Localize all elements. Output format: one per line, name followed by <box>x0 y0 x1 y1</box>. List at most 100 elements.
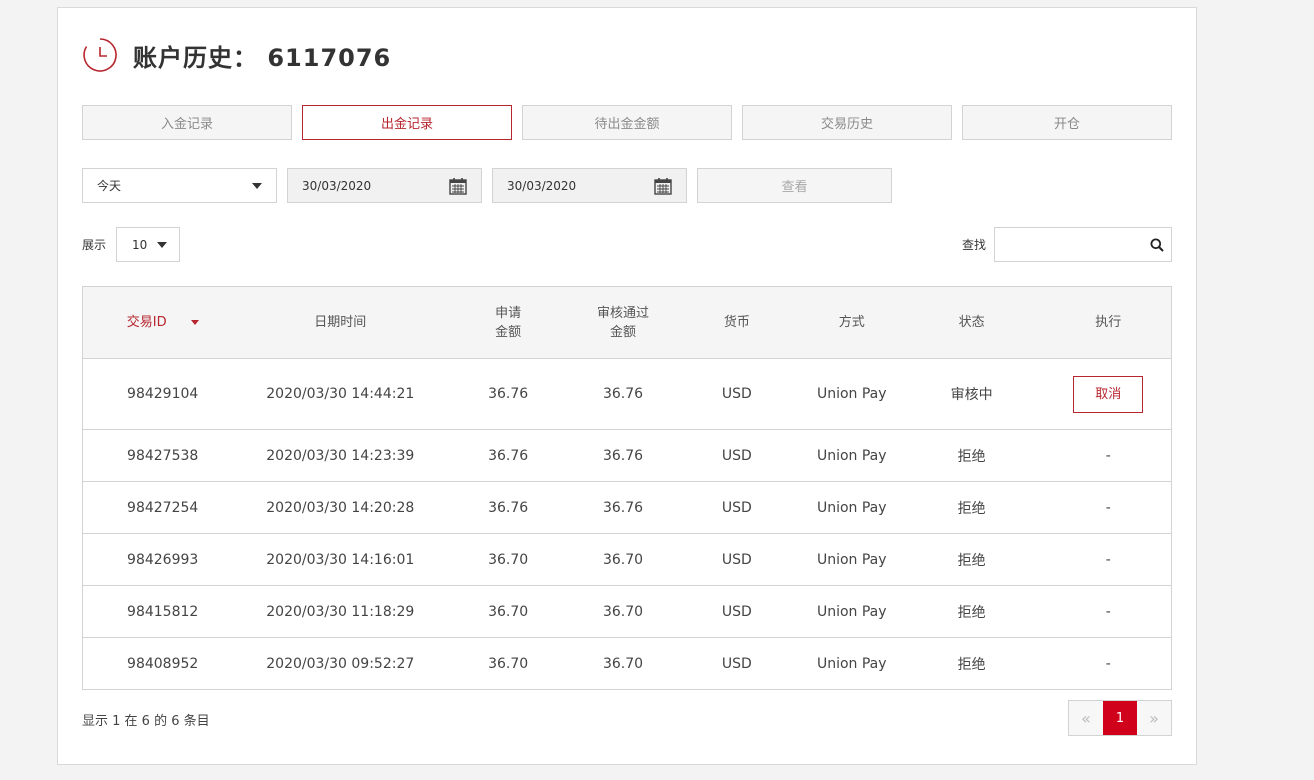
period-select-value: 今天 <box>97 179 122 193</box>
cell-status: 拒绝 <box>897 481 1046 534</box>
cell-approved: 36.76 <box>578 358 668 430</box>
cell-requested: 36.70 <box>488 655 529 672</box>
tab-withdrawal-records[interactable]: 出金记录 <box>302 105 512 140</box>
search-icon[interactable] <box>1150 238 1164 252</box>
sort-desc-icon <box>190 320 199 325</box>
cell-id: 98415812 <box>82 585 243 638</box>
cell-id: 98427538 <box>82 429 243 482</box>
cell-action: 取消 <box>1045 358 1172 430</box>
cell-datetime: 2020/03/30 14:23:39 <box>242 429 439 482</box>
table-row: 98426993 2020/03/30 14:16:01 36.70 36.70… <box>82 533 1172 586</box>
table-info: 显示 1 在 6 的 6 条目 <box>82 714 210 729</box>
column-header-approved-line1: 审核通过 <box>596 305 649 321</box>
cell-requested: 36.76 <box>438 358 579 430</box>
cell-currency: USD <box>667 533 806 586</box>
cell-method: Union Pay <box>805 481 898 534</box>
cell-requested: 36.76 <box>438 429 579 482</box>
tab-deposit-records[interactable]: 入金记录 <box>82 105 292 140</box>
column-header-id-label: 交易ID <box>126 315 167 330</box>
table-row: 98427538 2020/03/30 14:23:39 36.76 36.76… <box>82 429 1172 482</box>
page-header: 账户历史： 6117076 <box>81 35 391 75</box>
cancel-button[interactable]: 取消 <box>1073 375 1144 413</box>
cell-datetime: 2020/03/30 09:52:27 <box>266 655 415 672</box>
column-header-approved-amount[interactable]: 审核通过 金额 <box>578 286 668 359</box>
column-header-action: 执行 <box>1045 286 1172 359</box>
cell-approved: 36.70 <box>578 585 668 638</box>
tab-open-positions[interactable]: 开仓 <box>962 105 1172 140</box>
table-row: 98427254 2020/03/30 14:20:28 36.76 36.76… <box>82 481 1172 534</box>
pagination-page-1[interactable]: 1 <box>1103 701 1137 735</box>
cell-currency: USD <box>667 429 806 482</box>
cell-datetime: 2020/03/30 14:20:28 <box>242 481 439 534</box>
tab-trade-history[interactable]: 交易历史 <box>742 105 952 140</box>
page-length-control: 展示 10 <box>82 227 181 262</box>
cell-status: 拒绝 <box>897 585 1046 638</box>
cell-action: - <box>1045 481 1172 534</box>
cell-id: 98408952 <box>127 655 199 672</box>
cell-currency: USD <box>721 655 752 672</box>
date-to-field[interactable]: 30/03/2020 <box>492 168 687 203</box>
cell-currency: USD <box>667 481 806 534</box>
column-header-requested-line2: 金额 <box>495 324 522 340</box>
cell-requested: 36.70 <box>438 533 579 586</box>
search-input[interactable] <box>994 227 1172 262</box>
search-control: 查找 <box>962 227 1172 262</box>
column-header-datetime[interactable]: 日期时间 <box>242 286 439 359</box>
cell-status: 拒绝 <box>897 429 1046 482</box>
cell-approved: 36.70 <box>602 655 644 672</box>
pagination-next-button[interactable]: » <box>1137 701 1171 735</box>
chevron-down-icon <box>252 182 262 189</box>
cell-approved: 36.76 <box>578 429 668 482</box>
cell-method: Union Pay <box>805 585 898 638</box>
cell-requested: 36.76 <box>438 481 579 534</box>
table-row: 98415812 2020/03/30 11:18:29 36.70 36.70… <box>82 585 1172 638</box>
date-to-value: 30/03/2020 <box>507 178 577 193</box>
date-from-field[interactable]: 30/03/2020 <box>287 168 482 203</box>
cell-action: - <box>1105 655 1111 672</box>
cell-id: 98426993 <box>82 533 243 586</box>
withdrawal-table: 交易ID 日期时间 申请金额 审核通过 金额 货币 方式 状态 执行 984291… <box>82 286 1172 690</box>
cell-method: Union Pay <box>805 358 898 430</box>
calendar-icon[interactable] <box>449 177 467 195</box>
table-row: 98429104 2020/03/30 14:44:21 36.76 36.76… <box>82 358 1172 430</box>
cell-status: 拒绝 <box>897 533 1046 586</box>
column-header-id[interactable]: 交易ID <box>82 286 243 359</box>
column-header-requested-line1: 申请 <box>495 305 522 321</box>
search-label: 查找 <box>961 238 986 252</box>
column-header-method[interactable]: 方式 <box>805 286 898 359</box>
cell-action: - <box>1045 533 1172 586</box>
cell-action: - <box>1045 585 1172 638</box>
page-title: 账户历史： 6117076 <box>133 43 392 72</box>
cell-currency: USD <box>667 585 806 638</box>
cell-action: - <box>1045 429 1172 482</box>
calendar-icon[interactable] <box>654 177 672 195</box>
cell-status: 拒绝 <box>957 656 986 673</box>
cell-approved: 36.76 <box>578 481 668 534</box>
cell-datetime: 2020/03/30 14:16:01 <box>242 533 439 586</box>
period-select[interactable]: 今天 <box>82 168 277 203</box>
date-from-value: 30/03/2020 <box>302 178 372 193</box>
cell-requested: 36.70 <box>438 585 579 638</box>
tab-pending-withdrawal[interactable]: 待出金金额 <box>522 105 732 140</box>
column-header-requested-amount[interactable]: 申请 金额 <box>438 286 579 359</box>
chevron-down-icon <box>157 241 168 248</box>
column-header-status[interactable]: 状态 <box>897 286 1046 359</box>
cell-datetime: 2020/03/30 11:18:29 <box>242 585 439 638</box>
column-header-currency[interactable]: 货币 <box>667 286 806 359</box>
cell-method: Union Pay <box>805 533 898 586</box>
cell-method: Union Pay <box>816 655 887 672</box>
table-header-row: 交易ID 日期时间 申请金额 审核通过 金额 货币 方式 状态 执行 <box>82 286 1172 359</box>
cell-id: 98427254 <box>82 481 243 534</box>
history-tabs: 入金记录 出金记录 待出金金额 交易历史 开仓 <box>82 105 1172 140</box>
view-button[interactable]: 查看 <box>697 168 892 203</box>
page-length-value: 10 <box>132 237 148 252</box>
account-history-panel: 账户历史： 6117076 入金记录 出金记录 待出金金额 交易历史 开仓 今天… <box>57 7 1197 765</box>
filter-bar: 今天 30/03/2020 30/03/2020 查看 <box>82 168 892 203</box>
cell-method: Union Pay <box>805 429 898 482</box>
pagination: « 1 » <box>1068 700 1172 736</box>
pagination-prev-button[interactable]: « <box>1069 701 1103 735</box>
page-length-select[interactable]: 10 <box>116 227 181 262</box>
cell-currency: USD <box>667 358 806 430</box>
clock-icon <box>83 38 117 72</box>
cell-datetime: 2020/03/30 14:44:21 <box>242 358 439 430</box>
